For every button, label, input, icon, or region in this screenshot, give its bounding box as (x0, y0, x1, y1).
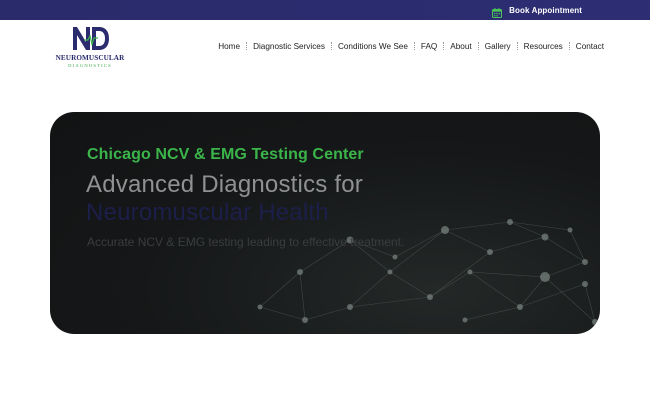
calendar-icon (492, 5, 503, 18)
hero-kicker: Chicago NCV & EMG Testing Center (87, 146, 364, 163)
logo-subtitle: DIAGNOSTICS (68, 62, 112, 68)
site-logo[interactable]: NEUROMUSCULAR DIAGNOSTICS (55, 24, 127, 70)
nav-separator (413, 42, 415, 50)
nav-diagnostic-services[interactable]: Diagnostic Services (253, 42, 325, 51)
nav-contact[interactable]: Contact (576, 42, 604, 51)
nav-separator (443, 42, 445, 50)
logo-name: NEUROMUSCULAR (55, 54, 125, 62)
hero-title-line1: Advanced Diagnostics for (86, 171, 363, 198)
hero-banner: Chicago NCV & EMG Testing Center Advance… (50, 112, 600, 334)
nav-resources[interactable]: Resources (524, 42, 563, 51)
main-nav: Home Diagnostic Services Conditions We S… (218, 40, 604, 52)
nav-separator (246, 42, 248, 50)
nav-separator (330, 42, 332, 50)
nav-separator (568, 42, 570, 50)
site-header: NEUROMUSCULAR DIAGNOSTICS Home Diagnosti… (0, 20, 650, 72)
nav-conditions-we-see[interactable]: Conditions We See (338, 42, 408, 51)
nav-home[interactable]: Home (218, 42, 240, 51)
hero-title-line2: Neuromuscular Health (86, 199, 329, 226)
nav-separator (516, 42, 518, 50)
book-appointment-label: Book Appointment (509, 5, 582, 15)
nav-faq[interactable]: FAQ (421, 42, 437, 51)
logo-monogram (73, 27, 109, 50)
nav-separator (477, 42, 479, 50)
top-bar: Book Appointment (0, 0, 650, 20)
nav-about[interactable]: About (450, 42, 471, 51)
nav-gallery[interactable]: Gallery (485, 42, 511, 51)
book-appointment-link[interactable]: Book Appointment (492, 5, 582, 18)
hero-subtitle: Accurate NCV & EMG testing leading to ef… (87, 235, 405, 249)
